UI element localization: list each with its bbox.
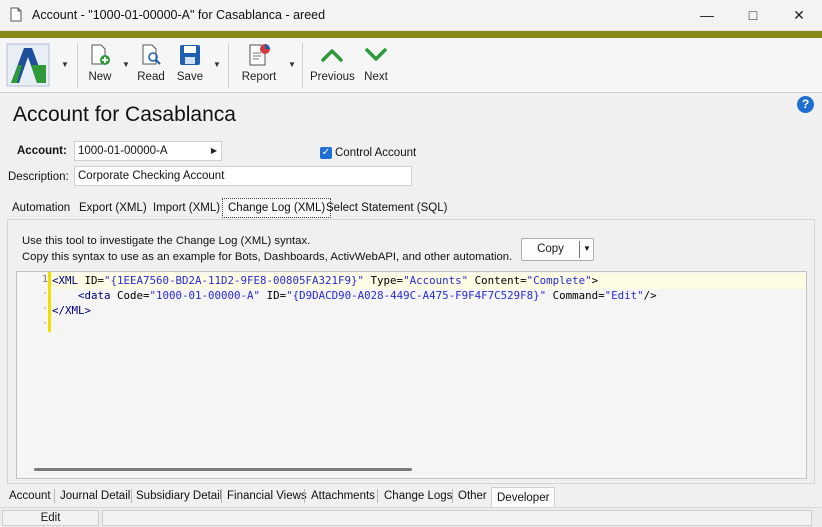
copy-menu-chevron-icon[interactable]: ▼	[583, 244, 591, 253]
toolbar: ▼ New ▼ Read Save ▼ Report ▼ Previous Ne…	[0, 38, 822, 93]
control-account-checkbox[interactable]: ✓	[320, 147, 332, 159]
help-icon[interactable]: ?	[797, 96, 814, 113]
copy-button[interactable]: Copy ▼	[521, 238, 594, 261]
code-line-2: <data Code="1000-01-00000-A" ID="{D9DACD…	[78, 289, 657, 302]
code-line-1: <XML ID="{1EEA7560-BD2A-11D2-9FE8-00805F…	[52, 274, 599, 287]
tab-other[interactable]: Other	[453, 485, 492, 507]
app-logo-icon	[6, 43, 50, 87]
code-line-3: </XML>	[52, 304, 92, 317]
next-button[interactable]: Next	[361, 42, 391, 83]
tab-select-statement-sql[interactable]: Select Statement (SQL)	[321, 198, 452, 218]
tab-attachments[interactable]: Attachments	[306, 485, 380, 507]
tab-financial-views[interactable]: Financial Views	[222, 485, 312, 507]
tab-import-xml[interactable]: Import (XML)	[148, 198, 225, 218]
tab-change-log-xml[interactable]: Change Log (XML)	[222, 198, 332, 218]
save-menu-chevron-icon[interactable]: ▼	[213, 60, 221, 69]
control-account-label: Control Account	[335, 147, 417, 159]
read-button[interactable]: Read	[135, 42, 167, 83]
close-button[interactable]: ✕	[776, 0, 822, 31]
account-label: Account:	[17, 145, 67, 157]
tab-automation[interactable]: Automation	[7, 198, 75, 218]
status-bar: Edit	[0, 507, 822, 527]
report-menu-chevron-icon[interactable]: ▼	[288, 60, 296, 69]
help-text-line-1: Use this tool to investigate the Change …	[22, 235, 311, 247]
tab-export-xml[interactable]: Export (XML)	[74, 198, 152, 218]
tab-change-logs[interactable]: Change Logs	[379, 485, 457, 507]
save-disk-icon	[180, 45, 200, 65]
help-text-line-2: Copy this syntax to use as an example fo…	[22, 251, 513, 263]
page-title: Account for Casablanca	[13, 103, 236, 126]
close-icon: ✕	[793, 7, 805, 23]
status-mode: Edit	[2, 510, 99, 526]
description-field[interactable]: Corporate Checking Account	[74, 166, 412, 186]
chevron-up-icon	[321, 49, 343, 62]
minimize-icon: —	[700, 7, 714, 23]
account-field[interactable]: 1000-01-00000-A ▶	[74, 141, 222, 161]
change-log-panel: Use this tool to investigate the Change …	[7, 219, 815, 484]
lookup-arrow-icon[interactable]: ▶	[211, 142, 217, 160]
logo-menu-chevron-icon[interactable]: ▼	[61, 60, 69, 69]
read-document-icon	[142, 44, 161, 65]
tab-subsidiary-detail[interactable]: Subsidiary Detail	[131, 485, 227, 507]
previous-button[interactable]: Previous	[310, 42, 355, 83]
description-label: Description:	[8, 171, 69, 183]
tab-account[interactable]: Account	[4, 485, 56, 507]
minimize-button[interactable]: —	[684, 0, 730, 31]
tab-journal-detail[interactable]: Journal Detail	[55, 485, 135, 507]
accent-bar	[0, 31, 822, 38]
document-icon	[10, 7, 22, 25]
window-title: Account - "1000-01-00000-A" for Casablan…	[32, 8, 326, 22]
xml-code-editor[interactable]: 1 · · · <XML ID="{1EEA7560-BD2A-11D2-9FE…	[16, 271, 807, 479]
title-bar: Account - "1000-01-00000-A" for Casablan…	[0, 0, 822, 31]
report-button[interactable]: Report	[238, 42, 280, 83]
new-menu-chevron-icon[interactable]: ▼	[122, 60, 130, 69]
app-logo-button[interactable]	[6, 43, 50, 87]
bottom-tab-strip: Account Journal Detail Subsidiary Detail…	[0, 485, 822, 507]
chevron-down-icon	[365, 48, 387, 61]
line-number: 1	[41, 274, 48, 285]
report-icon	[249, 44, 270, 66]
horizontal-scrollbar[interactable]	[34, 468, 412, 471]
line-gutter: 1 · · ·	[17, 272, 49, 332]
maximize-button[interactable]: □	[730, 0, 776, 31]
save-button[interactable]: Save	[174, 42, 206, 83]
new-document-icon	[91, 44, 110, 65]
maximize-icon: □	[748, 7, 758, 23]
status-message	[102, 510, 812, 526]
tab-developer[interactable]: Developer	[491, 487, 556, 507]
new-button[interactable]: New	[84, 42, 116, 83]
